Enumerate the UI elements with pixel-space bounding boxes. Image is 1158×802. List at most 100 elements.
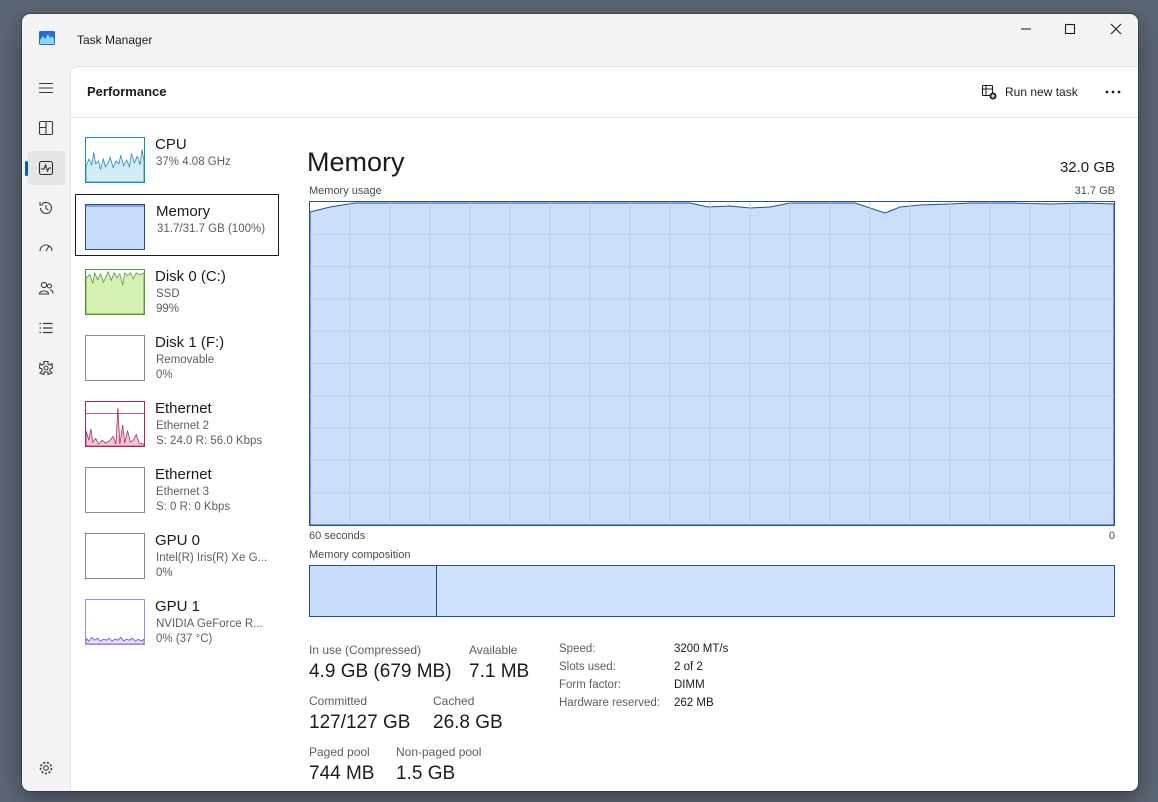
- device-detail: Removable: [156, 354, 215, 366]
- device-memory[interactable]: Memory 31.7/31.7 GB (100%): [75, 194, 279, 256]
- startup-apps-icon: [39, 244, 53, 252]
- app-history-icon: [39, 201, 53, 214]
- users-icon: [38, 281, 54, 295]
- window-title: Task Manager: [77, 33, 153, 47]
- maximize-icon: [1064, 23, 1076, 35]
- device-ethernet-2[interactable]: Ethernet Ethernet 2 S: 24.0 R: 56.0 Kbps: [75, 397, 279, 459]
- resource-title: Memory: [307, 147, 405, 177]
- gpu1-thumbnail-graph: [85, 599, 145, 645]
- detail-key: Speed:: [559, 643, 596, 655]
- device-detail: 37% 4.08 GHz: [156, 156, 231, 168]
- graph-time-right: 0: [1108, 530, 1115, 542]
- nav-settings[interactable]: [27, 751, 65, 785]
- device-detail: 99%: [156, 303, 180, 315]
- minimize-icon: [1021, 28, 1031, 30]
- hamburger-icon: [39, 82, 53, 94]
- device-detail: SSD: [156, 288, 180, 300]
- navigation-rail: [22, 66, 70, 791]
- device-detail: 0%: [156, 369, 173, 381]
- detail-value: 3200 MT/s: [674, 643, 729, 655]
- performance-icon: [38, 160, 54, 176]
- disk1-thumbnail-graph: [85, 335, 145, 381]
- committed-value: 127/127 GB: [309, 712, 411, 733]
- device-name: Ethernet: [155, 400, 212, 417]
- command-bar: Performance Run new task: [71, 67, 1138, 118]
- available-label: Available: [469, 643, 518, 657]
- device-name: Memory: [156, 203, 211, 220]
- paged-pool-label: Paged pool: [309, 745, 370, 759]
- run-new-task-label: Run new task: [1005, 85, 1078, 99]
- maximize-button[interactable]: [1047, 14, 1093, 44]
- memory-usage-graph: [309, 201, 1115, 526]
- device-disk-1[interactable]: Disk 1 (F:) Removable 0%: [75, 331, 279, 393]
- memory-usage-max: 31.7 GB: [1074, 185, 1115, 197]
- device-detail: S: 0 R: 0 Kbps: [156, 501, 231, 513]
- cached-value: 26.8 GB: [433, 712, 503, 733]
- nav-performance[interactable]: [25, 151, 65, 185]
- device-detail: S: 24.0 R: 56.0 Kbps: [156, 435, 263, 447]
- device-disk-0[interactable]: Disk 0 (C:) SSD 99%: [75, 265, 279, 327]
- detail-value: 2 of 2: [674, 661, 703, 673]
- close-button[interactable]: [1093, 14, 1138, 44]
- device-gpu-0[interactable]: GPU 0 Intel(R) Iris(R) Xe G... 0%: [75, 529, 279, 591]
- device-detail: Ethernet 2: [156, 420, 210, 432]
- device-detail: NVIDIA GeForce R...: [156, 618, 263, 630]
- memory-total: 32.0 GB: [1059, 159, 1115, 176]
- device-detail: Intel(R) Iris(R) Xe G...: [156, 552, 268, 564]
- ethernet3-thumbnail-graph: [85, 467, 145, 513]
- nav-menu-button[interactable]: [27, 71, 65, 105]
- task-manager-app-icon: [39, 31, 55, 45]
- non-paged-pool-value: 1.5 GB: [396, 763, 456, 784]
- settings-icon: [39, 761, 53, 775]
- run-new-task-button[interactable]: Run new task: [977, 78, 1082, 106]
- nav-details[interactable]: [27, 311, 65, 345]
- device-name: GPU 1: [155, 598, 201, 615]
- committed-label: Committed: [309, 694, 368, 708]
- device-cpu[interactable]: CPU 37% 4.08 GHz: [75, 133, 279, 195]
- task-manager-window: Task Manager Performance Run new task CP…: [22, 14, 1138, 791]
- device-name: Disk 0 (C:): [155, 268, 226, 285]
- title-bar[interactable]: Task Manager: [22, 14, 1138, 66]
- device-name: Disk 1 (F:): [155, 334, 225, 351]
- memory-composition-bar: [309, 565, 1115, 617]
- page-title: Performance: [87, 84, 167, 99]
- nav-processes[interactable]: [27, 111, 65, 145]
- graph-time-left: 60 seconds: [309, 530, 366, 542]
- detail-value: DIMM: [674, 679, 705, 691]
- device-detail: 31.7/31.7 GB (100%): [157, 223, 266, 235]
- device-name: GPU 0: [155, 532, 201, 549]
- device-gpu-1[interactable]: GPU 1 NVIDIA GeForce R... 0% (37 °C): [75, 595, 279, 657]
- device-detail: 0%: [156, 567, 173, 579]
- available-value: 7.1 MB: [469, 661, 530, 682]
- in-use-value: 4.9 GB (679 MB): [309, 661, 452, 682]
- nav-app-history[interactable]: [27, 191, 65, 225]
- in-use-label: In use (Compressed): [309, 643, 422, 657]
- device-detail: 0% (37 °C): [156, 633, 213, 645]
- content-area: Performance Run new task CPU 37% 4.08 GH…: [70, 66, 1138, 791]
- device-name: Ethernet: [155, 466, 212, 483]
- device-ethernet-3[interactable]: Ethernet Ethernet 3 S: 0 R: 0 Kbps: [75, 463, 279, 525]
- disk0-thumbnail-graph: [85, 269, 145, 315]
- memory-thumbnail-graph: [85, 204, 145, 250]
- more-options-icon: [1105, 90, 1121, 94]
- processes-icon: [38, 120, 54, 136]
- cpu-thumbnail-graph: [85, 137, 145, 183]
- gpu0-thumbnail-graph: [85, 533, 145, 579]
- services-icon: [38, 360, 54, 376]
- composition-in-use-segment: [310, 566, 437, 616]
- memory-composition-label: Memory composition: [309, 549, 411, 561]
- non-paged-pool-label: Non-paged pool: [396, 745, 482, 759]
- details-icon: [39, 322, 53, 334]
- device-detail: Ethernet 3: [156, 486, 210, 498]
- device-name: CPU: [155, 136, 187, 153]
- nav-services[interactable]: [27, 351, 65, 385]
- detail-value: 262 MB: [674, 697, 714, 709]
- memory-usage-label: Memory usage: [309, 185, 382, 197]
- minimize-button[interactable]: [1003, 14, 1049, 44]
- run-new-task-icon: [981, 84, 997, 100]
- close-icon: [1110, 23, 1122, 35]
- nav-users[interactable]: [27, 271, 65, 305]
- more-options-button[interactable]: [1097, 78, 1129, 106]
- nav-startup-apps[interactable]: [27, 231, 65, 265]
- detail-key: Hardware reserved:: [559, 697, 660, 709]
